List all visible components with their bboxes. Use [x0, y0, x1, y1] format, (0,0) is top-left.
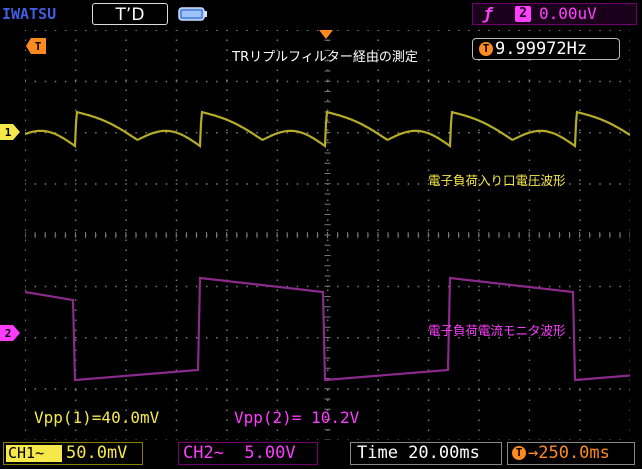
- ch1-scale-value: 50.0mV: [66, 443, 128, 463]
- trigger-level-marker-label: T: [35, 40, 42, 53]
- trigger-position-marker[interactable]: [318, 30, 334, 40]
- frequency-value: 9.99972Hz: [495, 39, 588, 59]
- trigger-delay-box[interactable]: T →250.0ms: [507, 442, 635, 465]
- timebase-box[interactable]: Time 20.00ms: [350, 442, 502, 465]
- battery-icon: [178, 7, 207, 21]
- frequency-counter: T 9.99972Hz: [472, 38, 620, 60]
- vpp-ch1-measurement: Vpp(1)=40.0mV: [34, 408, 160, 427]
- brand-logo: IWATSU: [2, 5, 57, 23]
- trigger-level-value: 0.00uV: [539, 4, 597, 23]
- vpp-ch2-measurement: Vpp(2)= 10.2V: [234, 408, 360, 427]
- center-axes: [25, 30, 630, 440]
- ch1-marker-label: 1: [5, 126, 12, 139]
- rising-edge-icon: ƒ: [483, 4, 493, 23]
- ch2-scale-value: CH2~ 5.00V: [183, 443, 296, 463]
- trigger-source-badge: 2: [515, 6, 531, 22]
- trigger-settings-readout[interactable]: ƒ 2 0.00uV: [472, 3, 637, 25]
- graticule-grid: [25, 30, 630, 440]
- ch2-annotation: 電子負荷電流モニタ波形: [428, 323, 566, 338]
- ch2-marker-label: 2: [5, 327, 12, 340]
- screen-title: TRリプルフィルター経由の測定: [232, 50, 418, 65]
- trigger-delay-value: →250.0ms: [528, 443, 610, 463]
- acquisition-mode-indicator[interactable]: T’D: [92, 3, 168, 25]
- ch1-annotation: 電子負荷入り口電圧波形: [428, 173, 566, 188]
- trigger-icon: T: [512, 446, 526, 460]
- ch1-offset-marker[interactable]: 1: [0, 124, 20, 140]
- trigger-level-marker[interactable]: T: [26, 38, 46, 54]
- timebase-value: Time 20.00ms: [357, 443, 480, 463]
- waveform-display: [25, 30, 630, 440]
- ch2-offset-marker[interactable]: 2: [0, 325, 20, 341]
- ch2-scale-box[interactable]: CH2~ 5.00V: [178, 442, 318, 465]
- trigger-icon: T: [479, 42, 493, 56]
- ch1-scale-box[interactable]: CH1~ 50.0mV: [3, 442, 143, 465]
- ch1-coupling-tag: CH1~: [6, 445, 62, 462]
